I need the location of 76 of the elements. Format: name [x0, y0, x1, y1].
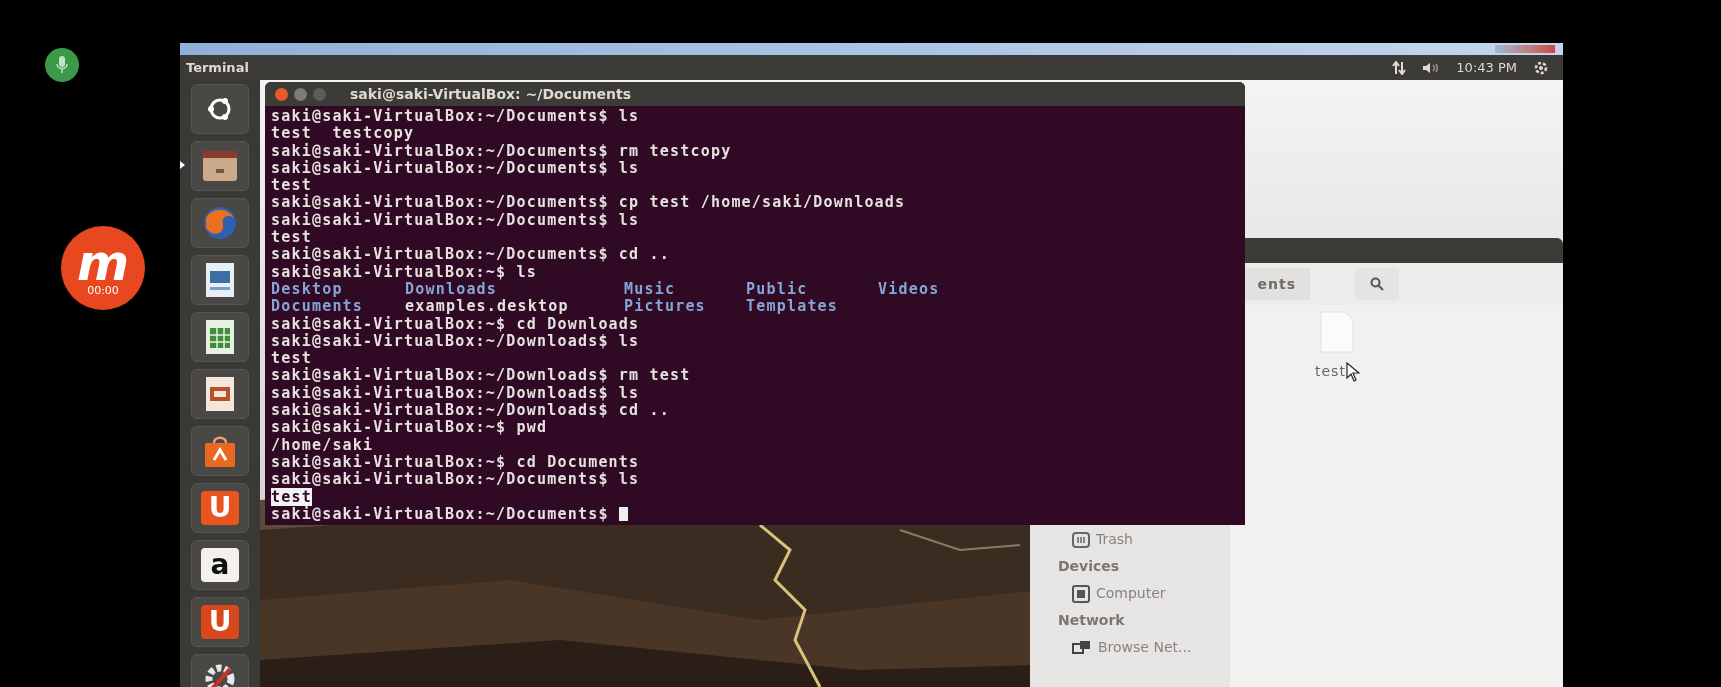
terminal-line: saki@saki-VirtualBox:~/Downloads$ ls: [271, 332, 640, 351]
sidebar-header: Network: [1058, 611, 1125, 630]
globe-icon: [201, 204, 239, 242]
recording-timer: 00:00: [87, 284, 119, 296]
drawer-icon: [201, 149, 239, 183]
sidebar-item[interactable]: Trash: [1030, 526, 1230, 553]
launcher-icon[interactable]: [191, 369, 249, 419]
launcher-icon[interactable]: [191, 312, 249, 362]
launcher-icon[interactable]: [191, 141, 249, 191]
terminal-line: saki@saki-VirtualBox:~/Downloads$ rm test: [271, 367, 691, 385]
presentation-icon: [204, 375, 236, 413]
logo-letter: m: [76, 240, 130, 285]
spreadsheet-icon: [204, 318, 236, 356]
directory-name: Public: [746, 280, 808, 299]
sidebar-header: Devices: [1058, 557, 1120, 576]
terminal-line: /home/saki: [271, 436, 374, 454]
letter-icon: U: [201, 605, 239, 639]
power-icon[interactable]: [1533, 59, 1549, 76]
selected-text: test: [271, 487, 312, 506]
file-name: test: [1315, 362, 1346, 381]
terminal-line: saki@saki-VirtualBox:~/Documents$ ls: [271, 471, 640, 489]
trash-icon: [1072, 531, 1090, 548]
sidebar-item[interactable]: Computer: [1030, 580, 1230, 607]
terminal-line: saki@saki-VirtualBox:~/Documents$ ls: [271, 159, 640, 178]
launcher-icon[interactable]: [191, 84, 249, 134]
terminal-line: saki@saki-VirtualBox:~/Documents$ cp test /home/saki/Downloads: [271, 194, 906, 212]
terminal-line: saki@saki-VirtualBox:~/Documents$: [271, 505, 609, 524]
letter-icon: U: [201, 491, 239, 525]
search-button[interactable]: [1355, 268, 1399, 300]
microphone-button[interactable]: [45, 48, 79, 82]
terminal-line: saki@saki-VirtualBox:~$ cd Downloads: [271, 315, 640, 333]
terminal-line: test: [271, 229, 312, 247]
directory-name: Desktop: [271, 280, 343, 299]
directory-name: Documents: [271, 298, 364, 316]
terminal-line: saki@saki-VirtualBox:~/Downloads$ cd ..: [271, 402, 670, 420]
network-arrows-icon[interactable]: [1392, 60, 1407, 75]
terminal-line: saki@saki-VirtualBox:~$ cd Documents: [271, 453, 640, 471]
launcher-icon[interactable]: U: [191, 483, 249, 533]
letter-icon: a: [201, 548, 239, 582]
cursor-block: [618, 507, 628, 522]
breadcrumb-button[interactable]: ents: [1245, 268, 1310, 300]
terminal-line: saki@saki-VirtualBox:~/Downloads$ ls: [271, 384, 640, 402]
terminal-line: saki@saki-VirtualBox:~/Documents$ ls: [271, 211, 640, 230]
terminal-line: test: [271, 177, 312, 195]
terminal-line: saki@saki-VirtualBox:~$ pwd: [271, 419, 548, 437]
document-icon: [204, 261, 236, 299]
terminal-line: saki@saki-VirtualBox:~$ ls: [271, 263, 537, 281]
sidebar-item[interactable]: Browse Net...: [1030, 634, 1230, 661]
computer-icon: [1072, 584, 1090, 603]
file-item[interactable]: test: [1315, 311, 1360, 382]
launcher-icon[interactable]: a: [191, 540, 249, 590]
terminal-line: saki@saki-VirtualBox:~/Documents$ ls: [271, 108, 640, 126]
file-icon: [1319, 311, 1356, 353]
terminal-line: test testcopy: [271, 125, 415, 143]
clock[interactable]: 10:43 PM: [1456, 57, 1517, 78]
directory-name: Templates: [746, 298, 839, 316]
terminal-line: test: [271, 350, 312, 368]
terminal-line: saki@saki-VirtualBox:~/Documents$ rm testcopy: [271, 142, 732, 160]
directory-name: Videos: [878, 280, 940, 299]
microphone-icon: [56, 56, 68, 74]
launcher-icon[interactable]: U: [191, 597, 249, 647]
search-icon: [1370, 277, 1384, 291]
network-icon: [1072, 639, 1092, 656]
file-name: examples.desktop: [405, 298, 569, 316]
directory-name: Pictures: [624, 298, 706, 316]
mouse-pointer-icon: [1345, 361, 1360, 382]
launcher-icon[interactable]: [191, 426, 249, 476]
directory-name: Downloads: [405, 280, 498, 299]
terminal-line: saki@saki-VirtualBox:~/Documents$ cd ..: [271, 246, 670, 264]
launcher-icon[interactable]: [191, 255, 249, 305]
close-button[interactable]: [275, 87, 288, 101]
directory-name: Music: [624, 280, 676, 298]
window-title: saki@saki-VirtualBox: ~/Documents: [350, 84, 631, 104]
app-title: Terminal: [186, 58, 249, 77]
speaker-icon[interactable]: [1422, 61, 1441, 74]
minimize-button[interactable]: [294, 87, 307, 101]
